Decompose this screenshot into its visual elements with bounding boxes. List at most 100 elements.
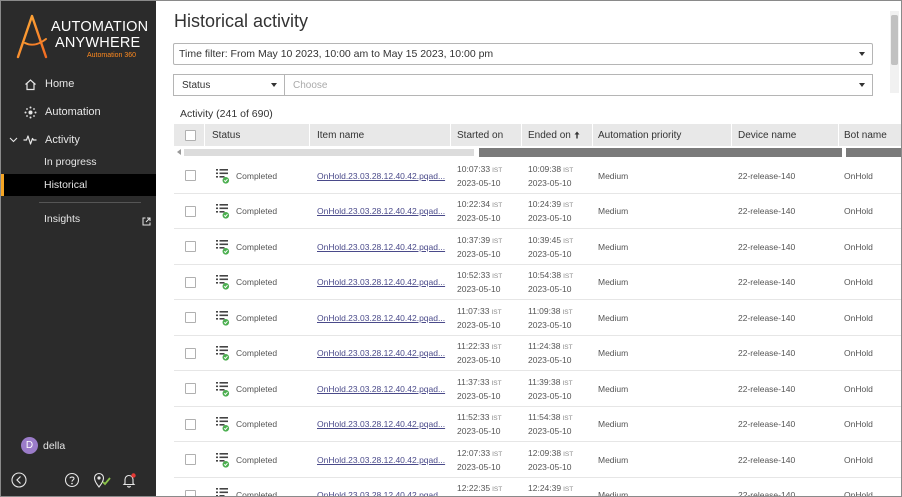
time-filter-dropdown[interactable]: Time filter: From May 10 2023, 10:00 am … [173, 43, 873, 65]
device-name-cell: 22-release-140 [738, 312, 796, 323]
sidebar-item-historical[interactable]: Historical [1, 174, 156, 196]
collapse-sidebar-icon[interactable] [11, 472, 27, 488]
sidebar-item-in-progress[interactable]: In progress [1, 151, 156, 173]
sidebar-item-activity[interactable]: Activity [1, 129, 156, 151]
row-select-checkbox[interactable] [185, 336, 196, 372]
end-date: 2023-05-10 [528, 213, 572, 224]
table-row[interactable]: Completed OnHold.23.03.28.12.40.42.pqad..… [174, 229, 901, 265]
vertical-scrollbar[interactable] [890, 11, 899, 93]
item-name-link[interactable]: OnHold.23.03.28.12.40.42.pqad... [317, 242, 445, 252]
sort-ascending-icon [574, 131, 580, 139]
item-name-link[interactable]: OnHold.23.03.28.12.40.42.pqad... [317, 490, 445, 496]
horizontal-scrollbar[interactable] [174, 147, 901, 157]
ended-on-cell: 12:24:39IST2023-05-10 [528, 478, 573, 497]
item-name-link[interactable]: OnHold.23.03.28.12.40.42.pqad... [317, 206, 445, 216]
table-row[interactable]: Completed OnHold.23.03.28.12.40.42.pqad..… [174, 442, 901, 478]
help-icon[interactable] [64, 472, 80, 488]
status-value-select[interactable]: Choose [284, 74, 873, 96]
item-name-link[interactable]: OnHold.23.03.28.12.40.42.pqad... [317, 171, 445, 181]
scrollbar-track[interactable] [184, 149, 474, 156]
priority-cell: Medium [598, 419, 629, 430]
scroll-left-arrow-icon[interactable] [177, 149, 181, 155]
item-name-link[interactable]: OnHold.23.03.28.12.40.42.pqad... [317, 348, 445, 358]
checkbox[interactable] [185, 276, 196, 288]
user-profile[interactable]: D della [21, 437, 65, 454]
timezone: IST [491, 308, 502, 316]
column-header-automation-priority[interactable]: Automation priority [598, 124, 681, 146]
table-row[interactable]: Completed OnHold.23.03.28.12.40.42.pqad..… [174, 194, 901, 230]
started-on-cell: 10:07:33 IST 2023-05-10 [457, 158, 502, 194]
row-select-checkbox[interactable] [185, 194, 196, 230]
item-name-link[interactable]: OnHold.23.03.28.12.40.42.pqad... [317, 277, 445, 287]
table-row[interactable]: Completed OnHold.23.03.28.12.40.42.pqad..… [174, 336, 901, 372]
row-select-checkbox[interactable] [185, 442, 196, 478]
completed-status-icon [216, 168, 230, 184]
priority-cell: Medium [598, 241, 629, 252]
start-date: 2023-05-10 [457, 355, 501, 366]
row-select-checkbox[interactable] [185, 229, 196, 265]
table-row[interactable]: Completed OnHold.23.03.28.12.40.42.pqad..… [174, 300, 901, 336]
scrollbar-thumb[interactable] [891, 15, 898, 65]
select-all-checkbox[interactable] [185, 124, 196, 146]
brand-line1: AUTOMATION [51, 19, 149, 35]
status-text: Completed [236, 277, 278, 288]
table-row[interactable]: Completed OnHold.23.03.28.12.40.42.pqad..… [174, 371, 901, 407]
sidebar-item-insights[interactable]: Insights [1, 208, 156, 230]
row-select-checkbox[interactable] [185, 478, 196, 496]
ended-on-cell: 10:39:45 IST 2023-05-10 [528, 229, 573, 265]
status-cell: Completed [216, 229, 277, 265]
item-name-link[interactable]: OnHold.23.03.28.12.40.42.pqad... [317, 384, 445, 394]
table-row[interactable]: Completed OnHold.23.03.28.12.40.42.pqad..… [174, 407, 901, 443]
app-window: AUTOMATION ANYWHERE Automation 360 Home … [0, 0, 902, 497]
item-name-link[interactable]: OnHold.23.03.28.12.40.42.pqad... [317, 455, 445, 465]
sidebar-divider [39, 202, 141, 203]
end-time: 11:39:38 [528, 376, 561, 387]
checkbox[interactable] [185, 241, 196, 253]
started-on-cell: 10:52:33 IST 2023-05-10 [457, 265, 502, 301]
scrollbar-thumb[interactable] [846, 148, 901, 157]
checkbox[interactable] [185, 129, 196, 141]
checkbox[interactable] [185, 418, 196, 430]
checkbox[interactable] [185, 383, 196, 395]
sidebar-item-home[interactable]: Home [1, 73, 156, 95]
start-date: 2023-05-10 [457, 461, 501, 472]
external-link-icon [142, 213, 151, 231]
item-name-cell: OnHold.23.03.28.12.40.42.pqad... [317, 478, 445, 496]
item-name-cell: OnHold.23.03.28.12.40.42.pqad... [317, 442, 445, 478]
column-header-status[interactable]: Status [212, 124, 240, 146]
status-text: Completed [236, 241, 278, 252]
row-select-checkbox[interactable] [185, 158, 196, 194]
column-header-device-name[interactable]: Device name [738, 124, 796, 146]
sidebar-item-label: Insights [44, 213, 81, 225]
row-select-checkbox[interactable] [185, 407, 196, 443]
row-select-checkbox[interactable] [185, 371, 196, 407]
sidebar-item-automation[interactable]: Automation [1, 101, 156, 123]
table-row[interactable]: Completed OnHold.23.03.28.12.40.42.pqad..… [174, 265, 901, 301]
checkbox[interactable] [185, 312, 196, 324]
checkbox[interactable] [185, 205, 196, 217]
notifications-bell-icon[interactable] [121, 472, 137, 488]
row-select-checkbox[interactable] [185, 300, 196, 336]
status-filter-select[interactable]: Status [173, 74, 285, 96]
end-date: 2023-05-10 [528, 319, 572, 330]
table-row[interactable]: Completed OnHold.23.03.28.12.40.42.pqad..… [174, 158, 901, 194]
table-row[interactable]: Completed OnHold.23.03.28.12.40.42.pqad..… [174, 478, 901, 497]
sidebar-item-label: Automation [45, 106, 101, 118]
checkbox[interactable] [185, 489, 196, 496]
end-date: 2023-05-10 [528, 461, 572, 472]
device-name-cell: 22-release-140 [738, 419, 796, 430]
checkbox[interactable] [185, 454, 196, 466]
sidebar-item-label: Historical [44, 179, 88, 191]
item-name-link[interactable]: OnHold.23.03.28.12.40.42.pqad... [317, 313, 445, 323]
item-name-link[interactable]: OnHold.23.03.28.12.40.42.pqad... [317, 419, 445, 429]
priority-cell: Medium [598, 383, 629, 394]
checkbox[interactable] [185, 170, 196, 182]
checkbox[interactable] [185, 347, 196, 359]
column-header-bot-name[interactable]: Bot name [844, 124, 887, 146]
column-header-item-name[interactable]: Item name [317, 124, 364, 146]
location-check-icon[interactable] [92, 472, 112, 488]
row-select-checkbox[interactable] [185, 265, 196, 301]
scrollbar-thumb[interactable] [479, 148, 842, 157]
column-header-started-on[interactable]: Started on [457, 124, 503, 146]
column-header-ended-on[interactable]: Ended on [528, 124, 580, 146]
